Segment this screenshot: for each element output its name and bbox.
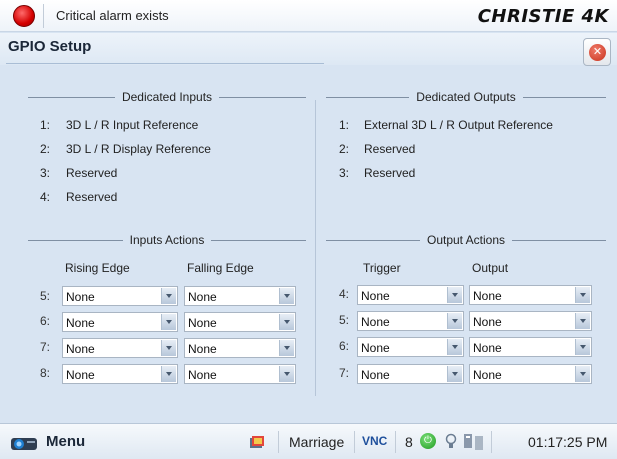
title-underline — [6, 63, 324, 64]
rising-edge-header: Rising Edge — [65, 261, 130, 275]
trigger-header: Trigger — [363, 261, 401, 275]
dedicated-outputs-heading: Dedicated Outputs — [326, 90, 606, 104]
trigger-select[interactable]: None — [357, 337, 464, 357]
chevron-down-icon[interactable] — [447, 287, 462, 303]
rising-edge-select[interactable]: None — [62, 286, 178, 306]
channel-icon[interactable] — [249, 435, 265, 449]
falling-edge-header: Falling Edge — [187, 261, 254, 275]
row-number: 7: — [40, 340, 51, 354]
inputs-actions-heading: Inputs Actions — [28, 233, 306, 247]
trigger-select[interactable]: None — [357, 364, 464, 384]
chevron-down-icon[interactable] — [279, 314, 294, 330]
chevron-down-icon[interactable] — [279, 340, 294, 356]
chevron-down-icon[interactable] — [447, 339, 462, 355]
chevron-down-icon[interactable] — [575, 287, 590, 303]
falling-edge-select[interactable]: None — [184, 338, 296, 358]
vnc-indicator[interactable]: VNC — [362, 434, 387, 448]
falling-edge-select[interactable]: None — [184, 364, 296, 384]
output-select[interactable]: None — [469, 285, 592, 305]
dedicated-inputs-heading: Dedicated Inputs — [28, 90, 306, 104]
row-number: 5: — [40, 289, 51, 303]
chevron-down-icon[interactable] — [575, 339, 590, 355]
chevron-down-icon[interactable] — [161, 314, 176, 330]
output-select[interactable]: None — [469, 311, 592, 331]
output-select[interactable]: None — [469, 364, 592, 384]
channel-name[interactable]: Marriage — [289, 434, 344, 450]
trigger-select[interactable]: None — [357, 285, 464, 305]
chevron-down-icon[interactable] — [279, 366, 294, 382]
chevron-down-icon[interactable] — [161, 366, 176, 382]
alarm-indicator-icon[interactable] — [13, 5, 35, 27]
output-header: Output — [472, 261, 509, 275]
output-select[interactable]: None — [469, 337, 592, 357]
chevron-down-icon[interactable] — [575, 313, 590, 329]
clock: 01:17:25 PM — [528, 434, 608, 450]
column-divider — [315, 100, 316, 396]
row-number: 4: — [339, 287, 350, 301]
row-number: 5: — [339, 313, 350, 327]
projector-icon[interactable] — [10, 433, 38, 453]
alarm-status-text[interactable]: Critical alarm exists — [56, 8, 169, 23]
trigger-select[interactable]: None — [357, 311, 464, 331]
row-number: 7: — [339, 366, 350, 380]
chevron-down-icon[interactable] — [575, 366, 590, 382]
taskbar: Menu Marriage VNC 8 01:17:25 PM — [0, 423, 617, 459]
chevron-down-icon[interactable] — [279, 288, 294, 304]
brand-logo: CHRISTIE 4K — [477, 6, 609, 27]
row-number: 8: — [40, 366, 51, 380]
chevron-down-icon[interactable] — [161, 288, 176, 304]
power-icon[interactable] — [420, 433, 436, 449]
status-bar: Critical alarm exists CHRISTIE 4K — [0, 0, 617, 32]
rising-edge-select[interactable]: None — [62, 364, 178, 384]
row-number: 6: — [40, 314, 51, 328]
window-title-bar: GPIO Setup — [0, 33, 617, 65]
rising-edge-select[interactable]: None — [62, 312, 178, 332]
chevron-down-icon[interactable] — [447, 366, 462, 382]
count-indicator[interactable]: 8 — [405, 434, 413, 450]
divider — [43, 4, 44, 28]
output-actions-heading: Output Actions — [326, 233, 607, 247]
close-button[interactable]: ✕ — [583, 38, 611, 66]
bulb-icon[interactable] — [445, 433, 457, 451]
network-icon[interactable] — [463, 432, 485, 452]
falling-edge-select[interactable]: None — [184, 286, 296, 306]
chevron-down-icon[interactable] — [161, 340, 176, 356]
close-icon: ✕ — [589, 44, 606, 61]
page-title: GPIO Setup — [8, 38, 92, 55]
menu-button[interactable]: Menu — [46, 433, 85, 450]
rising-edge-select[interactable]: None — [62, 338, 178, 358]
chevron-down-icon[interactable] — [447, 313, 462, 329]
falling-edge-select[interactable]: None — [184, 312, 296, 332]
row-number: 6: — [339, 339, 350, 353]
